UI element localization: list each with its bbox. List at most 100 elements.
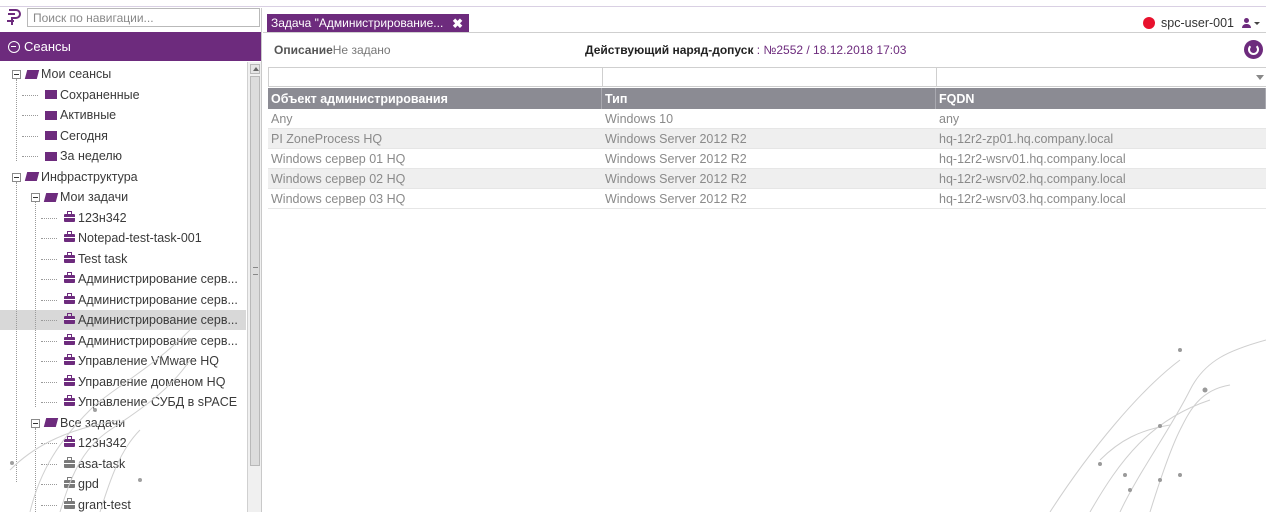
tree-task-item[interactable]: Управление VMware HQ xyxy=(64,351,219,371)
tree-connector xyxy=(35,427,36,512)
user-menu[interactable]: spc-user-001 xyxy=(1143,14,1260,32)
task-icon xyxy=(64,395,75,406)
tree-task-item[interactable]: Test task xyxy=(64,249,127,269)
tree-task-item[interactable]: Управление СУБД в sPACE xyxy=(64,392,237,412)
tree-folder-week[interactable]: За неделю xyxy=(45,146,122,166)
table-cell: Any xyxy=(271,111,293,126)
table-cell: Windows Server 2012 R2 xyxy=(605,131,747,146)
filter-icon[interactable] xyxy=(1256,75,1264,80)
filter-object-input[interactable] xyxy=(269,68,602,86)
filter-type[interactable] xyxy=(602,67,936,87)
tree-task-item[interactable]: Администрирование серв... xyxy=(64,269,238,289)
search-input[interactable] xyxy=(28,9,259,26)
tree-connector xyxy=(41,443,57,444)
user-icon[interactable] xyxy=(1242,17,1251,29)
folder-icon xyxy=(43,418,59,427)
task-icon xyxy=(64,333,75,345)
navigation-sidebar: Сеансы Мои сеансы Сохраненные Активные Сего… xyxy=(0,8,262,512)
tree-connector xyxy=(41,463,57,465)
tree-folder-my-tasks[interactable]: Мои задачи xyxy=(43,187,129,207)
collapse-toggle-icon[interactable] xyxy=(12,70,21,79)
permit-label: Действующий наряд-допуск xyxy=(585,43,754,57)
tree-connector xyxy=(22,156,38,157)
table-row[interactable]: Any Windows 10 any xyxy=(268,109,1266,129)
app-window: Сеансы Мои сеансы Сохраненные Активные Сего… xyxy=(0,0,1266,512)
collapse-toggle-icon[interactable] xyxy=(31,418,40,428)
tree-node-label: Администрирование серв... xyxy=(78,272,238,286)
tree-task-item[interactable]: Управление доменом HQ xyxy=(64,372,225,392)
chevron-down-icon[interactable] xyxy=(1254,21,1260,25)
task-tab-label: Задача "Администрирование... xyxy=(271,16,444,30)
tree-task-item[interactable]: gpd xyxy=(64,474,99,494)
tree-connector xyxy=(22,94,38,96)
task-icon xyxy=(64,477,75,488)
task-icon xyxy=(64,354,75,365)
tree-folder-today[interactable]: Сегодня xyxy=(45,126,108,146)
table-row[interactable]: Windows сервер 01 HQ Windows Server 2012 … xyxy=(268,149,1266,169)
scroll-thumb[interactable] xyxy=(250,76,260,466)
tree-folder-my-sessions[interactable]: Мои сеансы xyxy=(24,64,111,84)
table-row[interactable]: Windows сервер 02 HQ Windows Server 2012 … xyxy=(268,169,1266,189)
description-label: Описание xyxy=(274,43,333,57)
tree-connector xyxy=(16,79,17,161)
grid-header: Объект администрирования Тип FQDN xyxy=(268,88,1266,109)
tree-connector xyxy=(41,504,57,506)
tree-connector xyxy=(41,299,57,301)
column-header-type[interactable]: Тип xyxy=(602,88,936,109)
tree-folder-infrastructure[interactable]: Инфраструктура xyxy=(24,167,138,187)
tree-task-item[interactable]: grant-test xyxy=(64,495,131,512)
tree-folder-saved[interactable]: Сохраненные xyxy=(45,85,140,105)
filter-type-input[interactable] xyxy=(603,68,936,86)
tree-node-label: Мои задачи xyxy=(60,190,129,204)
description-value: Не задано xyxy=(332,43,391,57)
task-icon xyxy=(64,231,75,242)
tree-task-item[interactable]: Notepad-test-task-001 xyxy=(64,228,202,248)
table-row[interactable]: PI ZoneProcess HQ Windows Server 2012 R2 h… xyxy=(268,129,1266,149)
table-cell: hq-12r2-wsrv03.hq.company.local xyxy=(939,191,1126,206)
filter-object[interactable] xyxy=(268,67,602,87)
tree-task-item[interactable]: Администрирование серв... xyxy=(0,310,246,330)
status-indicator xyxy=(1143,17,1156,29)
table-cell: Windows сервер 01 HQ xyxy=(271,151,406,166)
tree-folder-active[interactable]: Активные xyxy=(45,105,116,125)
tree-connector xyxy=(41,320,57,321)
navigation-search[interactable] xyxy=(27,8,260,27)
tree-task-item[interactable]: 123н342 xyxy=(64,208,127,228)
tree-folder-all-tasks[interactable]: Все задачи xyxy=(43,413,125,433)
tree-task-item[interactable]: 123н342 xyxy=(64,433,127,453)
folder-icon xyxy=(45,151,57,161)
permit-line: Действующий наряд-допуск : №2552 / 18.12… xyxy=(585,43,906,57)
task-tab[interactable]: Задача "Администрирование... ✖ xyxy=(267,14,469,32)
collapse-toggle-icon[interactable] xyxy=(31,193,40,202)
column-header-object[interactable]: Объект администрирования xyxy=(268,88,602,109)
task-icon xyxy=(64,456,75,468)
table-cell: hq-12r2-wsrv01.hq.company.local xyxy=(939,151,1126,166)
tree-connector xyxy=(41,361,57,362)
folder-icon xyxy=(24,69,40,79)
permit-value[interactable]: : №2552 / 18.12.2018 17:03 xyxy=(753,43,907,57)
tree-task-item[interactable]: asa-task xyxy=(64,454,125,474)
tree-connector xyxy=(41,217,57,219)
tree-node-label: Администрирование серв... xyxy=(78,333,238,348)
table-row[interactable]: Windows сервер 03 HQ Windows Server 2012 … xyxy=(268,189,1266,209)
sessions-header[interactable]: Сеансы xyxy=(0,32,261,61)
refresh-icon[interactable] xyxy=(1244,40,1263,59)
filter-fqdn-input[interactable] xyxy=(937,68,1266,86)
column-header-fqdn[interactable]: FQDN xyxy=(936,88,1266,109)
filter-fqdn[interactable] xyxy=(936,67,1266,87)
tree-scrollbar[interactable] xyxy=(247,62,261,512)
tree-node-label: Администрирование серв... xyxy=(78,292,238,307)
collapse-toggle-icon[interactable] xyxy=(12,172,21,182)
tree-node-label: Активные xyxy=(60,108,117,122)
task-icon xyxy=(64,497,75,509)
tree-task-item[interactable]: Администрирование серв... xyxy=(64,290,238,310)
close-tab-icon[interactable]: ✖ xyxy=(452,16,463,32)
tree-connector xyxy=(22,115,38,116)
grid-filter-row xyxy=(268,67,1266,87)
table-cell: Windows Server 2012 R2 xyxy=(605,171,747,186)
tree-connector xyxy=(41,279,57,280)
scroll-up-arrow[interactable] xyxy=(250,64,260,74)
tree-task-item[interactable]: Администрирование серв... xyxy=(64,331,238,351)
tree-node-label: Администрирование серв... xyxy=(78,313,238,327)
background-decoration xyxy=(1049,339,1266,512)
